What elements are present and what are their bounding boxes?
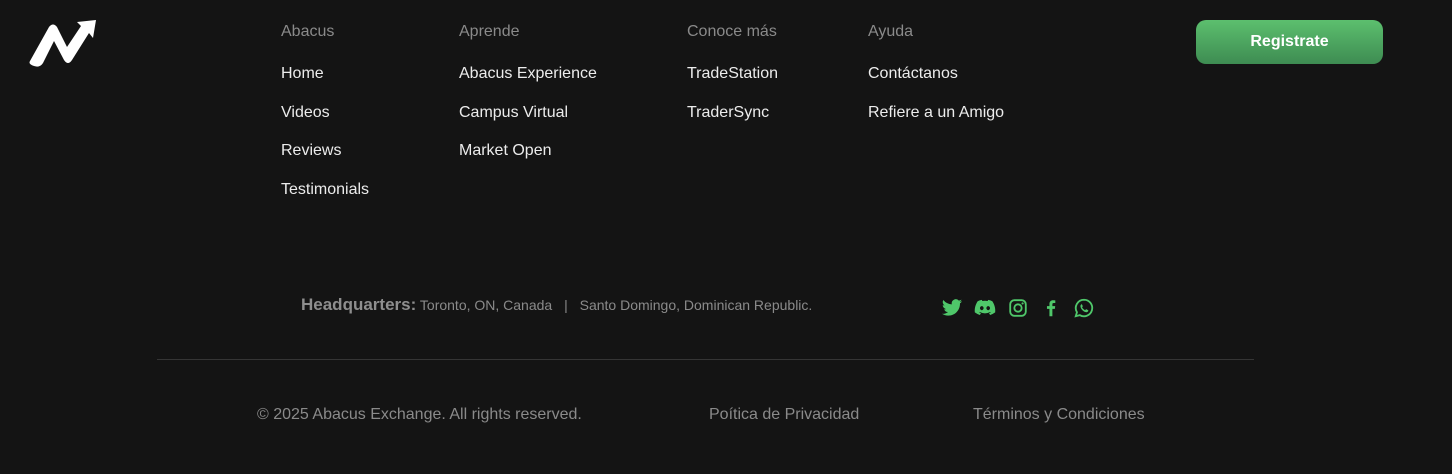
column-title-abacus: Abacus <box>281 23 335 40</box>
footer-link-campus-virtual[interactable]: Campus Virtual <box>459 104 597 122</box>
footer-link-abacus-experience[interactable]: Abacus Experience <box>459 65 597 83</box>
social-links <box>941 297 1106 319</box>
column-title-conoce-mas: Conoce más <box>687 23 777 40</box>
discord-icon[interactable] <box>974 297 996 319</box>
footer-link-home[interactable]: Home <box>281 65 369 83</box>
headquarters-separator: | <box>564 297 568 313</box>
abacus-logo-icon[interactable] <box>27 19 97 67</box>
headquarters-info: Headquarters: Toronto, ON, Canada | Sant… <box>301 295 812 315</box>
footer-divider <box>157 359 1254 360</box>
terms-link[interactable]: Términos y Condiciones <box>973 406 1145 424</box>
facebook-icon[interactable] <box>1040 297 1062 319</box>
footer-link-tradestation[interactable]: TradeStation <box>687 65 778 83</box>
footer-column-abacus: Abacus Home Videos Reviews Testimonials <box>281 23 369 219</box>
instagram-icon[interactable] <box>1007 297 1029 319</box>
footer-link-videos[interactable]: Videos <box>281 104 369 122</box>
copyright-text: © 2025 Abacus Exchange. All rights reser… <box>257 406 582 423</box>
column-title-ayuda: Ayuda <box>868 23 914 40</box>
whatsapp-icon[interactable] <box>1073 297 1095 319</box>
footer-link-tradersync[interactable]: TraderSync <box>687 104 778 122</box>
privacy-policy-link[interactable]: Poítica de Privacidad <box>709 406 859 424</box>
footer-column-ayuda: Ayuda Contáctanos Refiere a un Amigo <box>868 23 1004 142</box>
twitter-icon[interactable] <box>941 297 963 319</box>
headquarters-location-santo-domingo: Santo Domingo, Dominican Republic. <box>579 297 813 313</box>
footer-link-reviews[interactable]: Reviews <box>281 142 369 160</box>
footer-column-aprende: Aprende Abacus Experience Campus Virtual… <box>459 23 597 181</box>
footer-link-market-open[interactable]: Market Open <box>459 142 597 160</box>
headquarters-label: Headquarters: <box>301 295 417 314</box>
footer-column-conoce-mas: Conoce más TradeStation TraderSync <box>687 23 778 142</box>
footer-link-testimonials[interactable]: Testimonials <box>281 181 369 199</box>
headquarters-location-toronto: Toronto, ON, Canada <box>419 297 553 313</box>
register-button[interactable]: Registrate <box>1196 20 1383 64</box>
footer-link-refiere-amigo[interactable]: Refiere a un Amigo <box>868 104 1004 122</box>
footer-link-contactanos[interactable]: Contáctanos <box>868 65 1004 83</box>
column-title-aprende: Aprende <box>459 23 520 40</box>
